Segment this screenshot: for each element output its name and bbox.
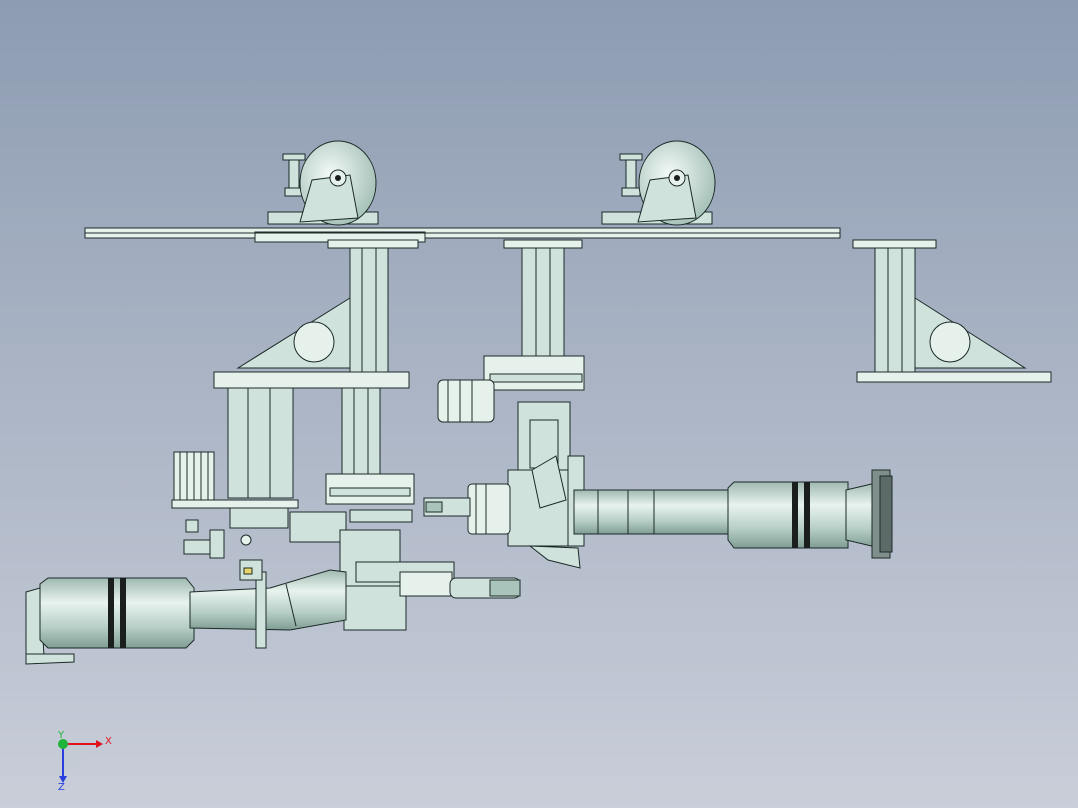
x-axis-label: X [105,736,112,747]
y-axis-label: Y [57,730,65,741]
z-axis-label: Z [58,782,65,793]
coordinate-triad: X Y Z [57,730,112,793]
left-tube [25,559,347,665]
center-gripper [423,355,585,569]
caster-wheel-left [267,140,379,226]
triad-quadrant [63,744,89,770]
cad-viewport[interactable]: X Y Z [0,0,1078,808]
column-right-bracket [852,239,1052,383]
assembly-drawing[interactable]: X Y Z [0,0,1078,808]
x-arrow-head [96,740,103,748]
column-center [503,239,583,361]
right-tube [573,469,893,559]
column-left [213,239,419,389]
caster-wheel-right [601,140,716,226]
top-rail-plate [84,227,841,243]
